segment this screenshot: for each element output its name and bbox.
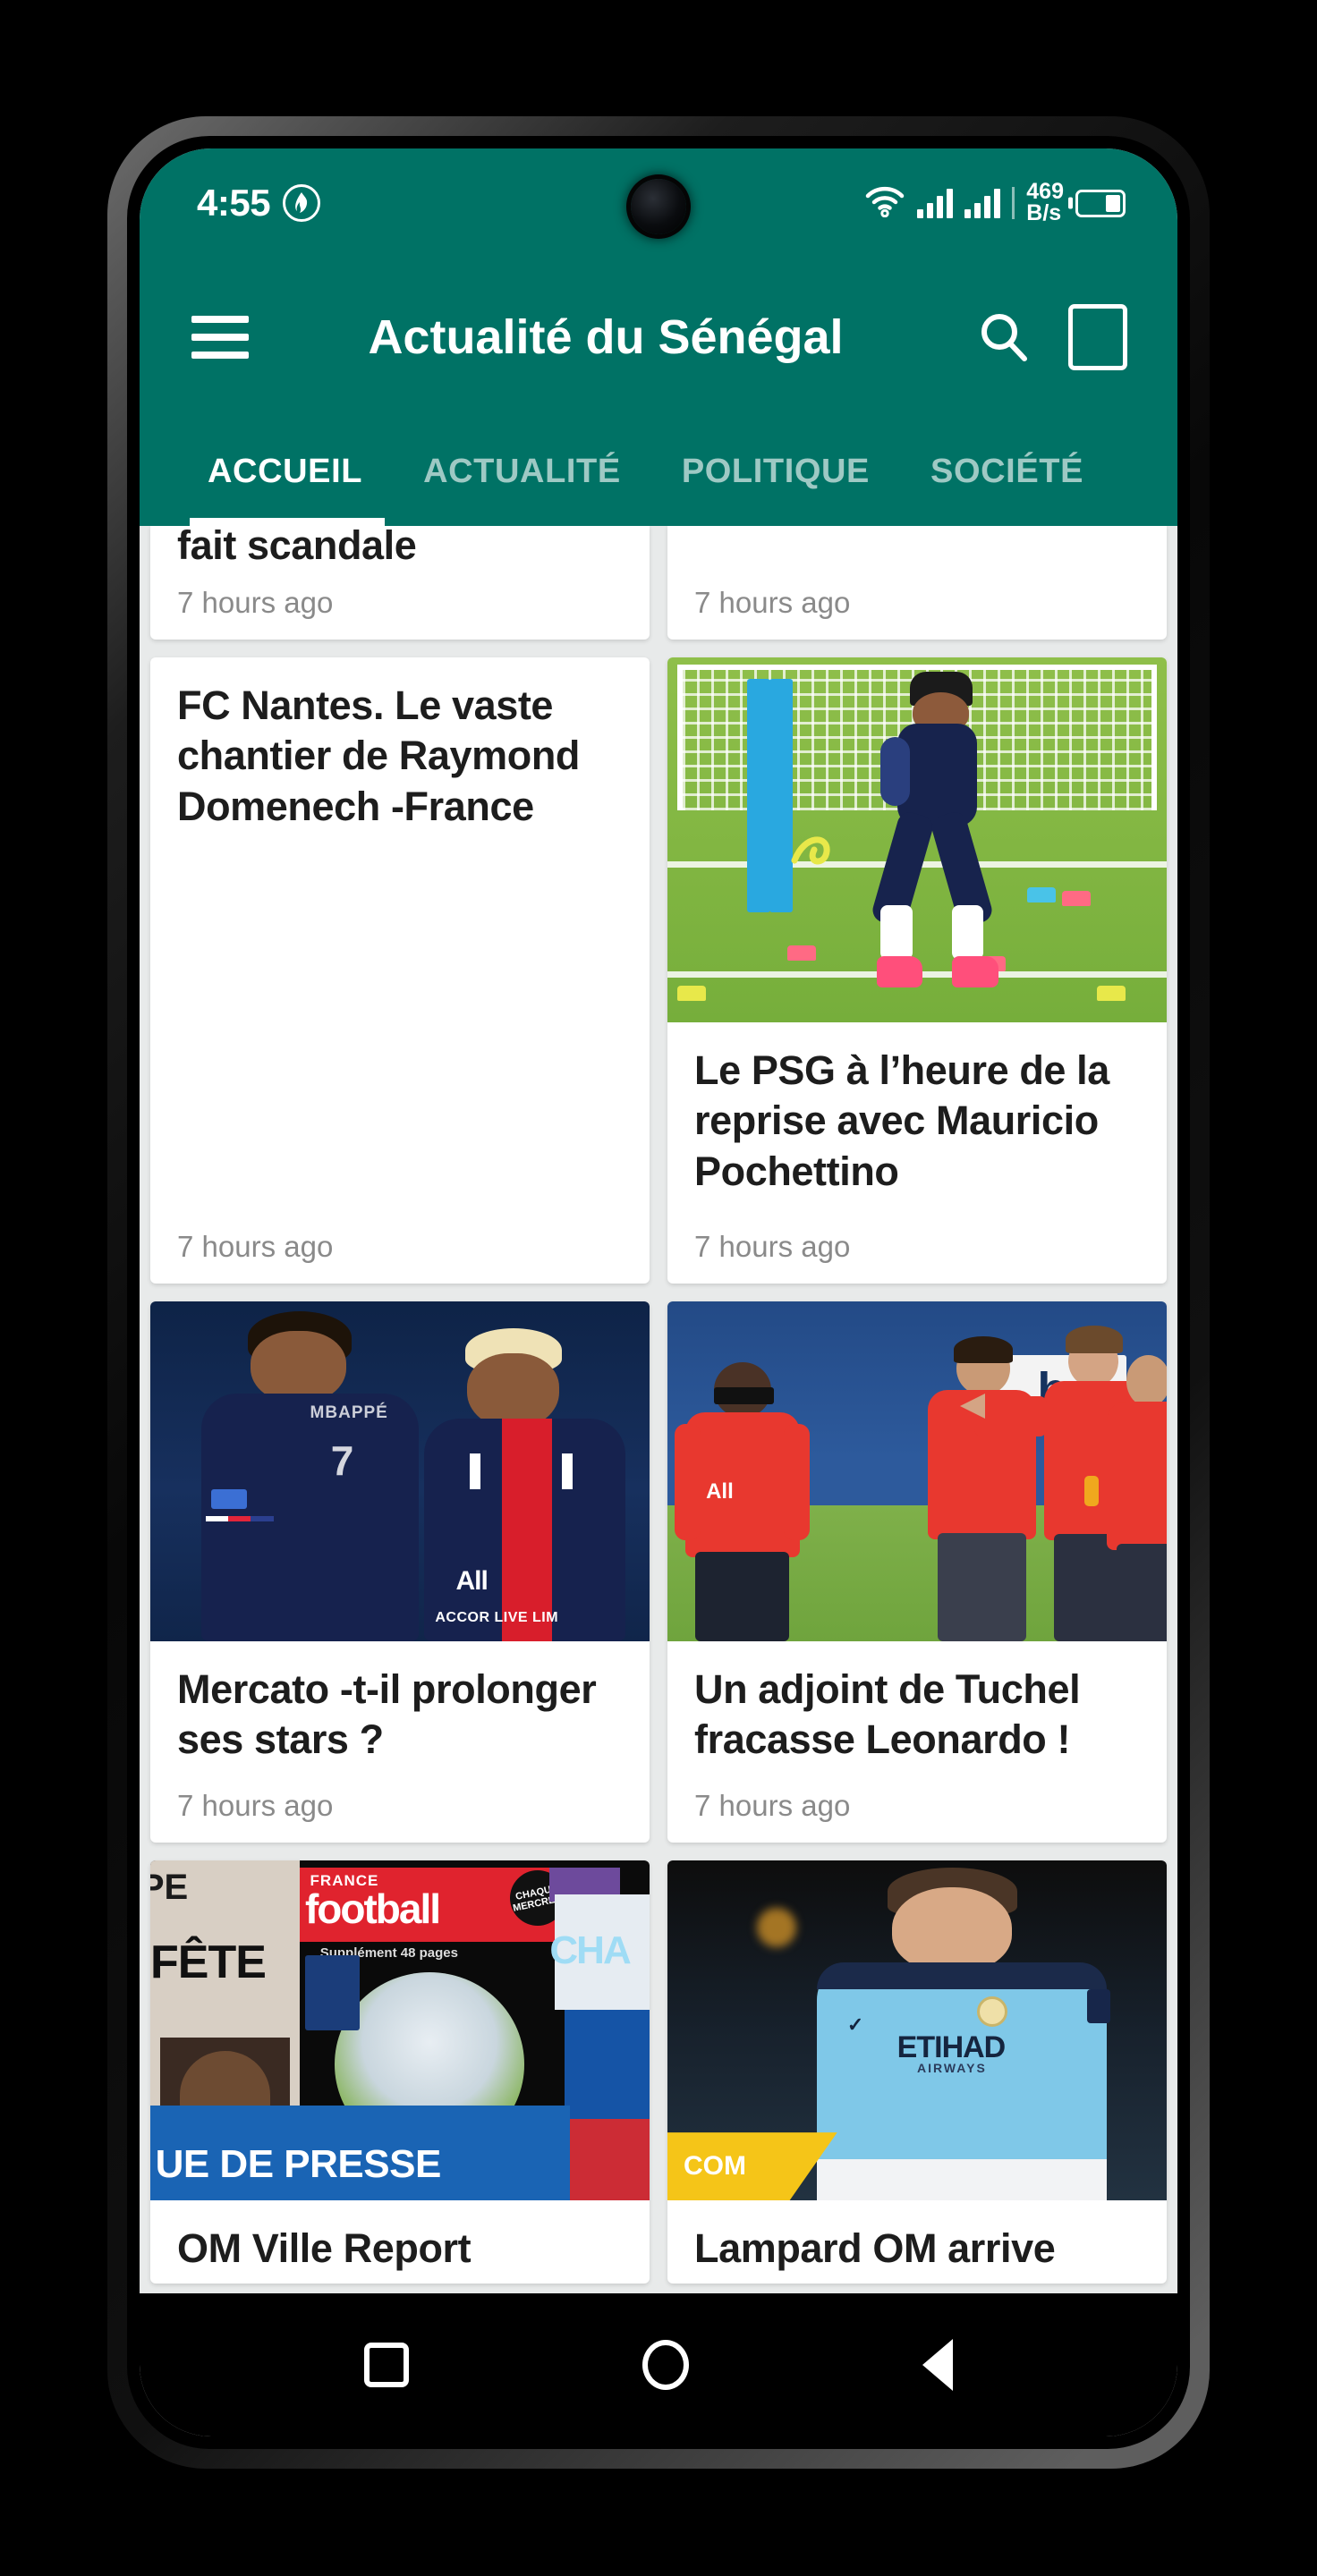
back-triangle-icon[interactable] xyxy=(922,2339,954,2391)
news-card-timestamp: 7 hours ago xyxy=(694,585,851,619)
phone-bezel: 4:55 469 B/s Actualité du Sénégal ACCUEI… xyxy=(127,136,1190,2449)
news-card[interactable]: FC Nantes. Le vaste chantier de Raymond … xyxy=(150,657,650,1284)
page-title: Actualité du Sénégal xyxy=(368,310,844,364)
tab-active-indicator xyxy=(190,518,385,526)
news-card-timestamp: 7 hours ago xyxy=(177,585,334,619)
wifi-icon xyxy=(864,185,905,222)
news-card-title: Le PSG à l’heure de la reprise avec Maur… xyxy=(694,1046,1109,1195)
tuchel-staff-photo: b All xyxy=(667,1301,1167,1641)
news-card-timestamp: 7 hours ago xyxy=(694,1229,851,1263)
feed-row: PE FÊTE FRANCE football CHAQUE MERCREDI S… xyxy=(150,1860,1167,2284)
news-card-timestamp: 7 hours ago xyxy=(177,1789,334,1823)
flame-badge-icon xyxy=(283,184,321,222)
tab-politique[interactable]: POLITIQUE xyxy=(651,453,900,491)
feed-row: 7 MBAPPÉ All ACCOR LIVE LIM Mercato -t-i… xyxy=(150,1301,1167,1843)
mbappe-neymar-photo: 7 MBAPPÉ All ACCOR LIVE LIM xyxy=(150,1301,650,1641)
status-clock: 4:55 xyxy=(197,182,271,224)
signal-bars-icon xyxy=(964,188,1001,218)
news-card-title: FC Nantes. Le vaste chantier de Raymond … xyxy=(177,682,581,830)
tab-societe[interactable]: SOCIÉTÉ xyxy=(900,453,1114,491)
source-tag: COM xyxy=(667,2132,837,2201)
tab-actualite[interactable]: ACTUALITÉ xyxy=(393,453,651,491)
network-speed-indicator: 469 B/s xyxy=(1026,181,1064,225)
phone-device-frame: 4:55 469 B/s Actualité du Sénégal ACCUEI… xyxy=(107,116,1210,2469)
news-card[interactable]: 7 hours ago xyxy=(667,526,1167,640)
news-card-title: fait scandale xyxy=(177,526,417,568)
news-card-title: Mercato -t-il prolonger ses stars ? xyxy=(177,1665,597,1763)
feed-row: fait scandale 7 hours ago 7 hours ago xyxy=(150,526,1167,640)
recents-square-icon[interactable] xyxy=(363,2343,409,2387)
news-card[interactable]: ETIHAD AIRWAYS ✓ COM Lampard OM arrive xyxy=(667,1860,1167,2284)
signal-bars-icon xyxy=(917,188,954,218)
psg-training-photo xyxy=(667,657,1167,1022)
phone-screen: 4:55 469 B/s Actualité du Sénégal ACCUEI… xyxy=(140,148,1177,2436)
app-bar: Actualité du Sénégal xyxy=(140,258,1177,417)
network-speed-unit: B/s xyxy=(1026,200,1062,225)
tab-bar: ACCUEIL ACTUALITÉ POLITIQUE SOCIÉTÉ xyxy=(140,417,1177,526)
news-card[interactable]: fait scandale 7 hours ago xyxy=(150,526,650,640)
news-card-timestamp: 7 hours ago xyxy=(177,1229,334,1263)
news-card-timestamp: 7 hours ago xyxy=(694,1789,851,1823)
front-camera-punch-hole xyxy=(631,179,686,234)
news-card-title: Lampard OM arrive xyxy=(694,2225,1056,2272)
status-divider xyxy=(1012,187,1015,219)
news-card-title: OM Ville Report xyxy=(177,2225,472,2272)
news-feed[interactable]: fait scandale 7 hours ago 7 hours ago FC… xyxy=(140,526,1177,2293)
android-navigation-bar xyxy=(140,2293,1177,2436)
lampard-photo: ETIHAD AIRWAYS ✓ COM xyxy=(667,1860,1167,2201)
source-tag-label: COM xyxy=(684,2151,746,2182)
news-card[interactable]: Le PSG à l’heure de la reprise avec Maur… xyxy=(667,657,1167,1284)
status-bar: 4:55 469 B/s xyxy=(140,148,1177,258)
news-card[interactable]: PE FÊTE FRANCE football CHAQUE MERCREDI S… xyxy=(150,1860,650,2284)
runner-figure xyxy=(847,672,1057,1015)
home-circle-icon[interactable] xyxy=(642,2340,689,2390)
tab-accueil[interactable]: ACCUEIL xyxy=(190,453,393,491)
feed-row: FC Nantes. Le vaste chantier de Raymond … xyxy=(150,657,1167,1284)
search-icon[interactable] xyxy=(972,305,1036,369)
revue-de-presse-collage: PE FÊTE FRANCE football CHAQUE MERCREDI S… xyxy=(150,1860,650,2201)
square-box-icon[interactable] xyxy=(1068,304,1127,370)
battery-icon xyxy=(1075,189,1126,217)
news-card[interactable]: 7 MBAPPÉ All ACCOR LIVE LIM Mercato -t-i… xyxy=(150,1301,650,1843)
status-bar-icons: 469 B/s xyxy=(864,181,1126,225)
news-card[interactable]: b All xyxy=(667,1301,1167,1843)
news-card-title: Un adjoint de Tuchel fracasse Leonardo ! xyxy=(694,1665,1081,1763)
